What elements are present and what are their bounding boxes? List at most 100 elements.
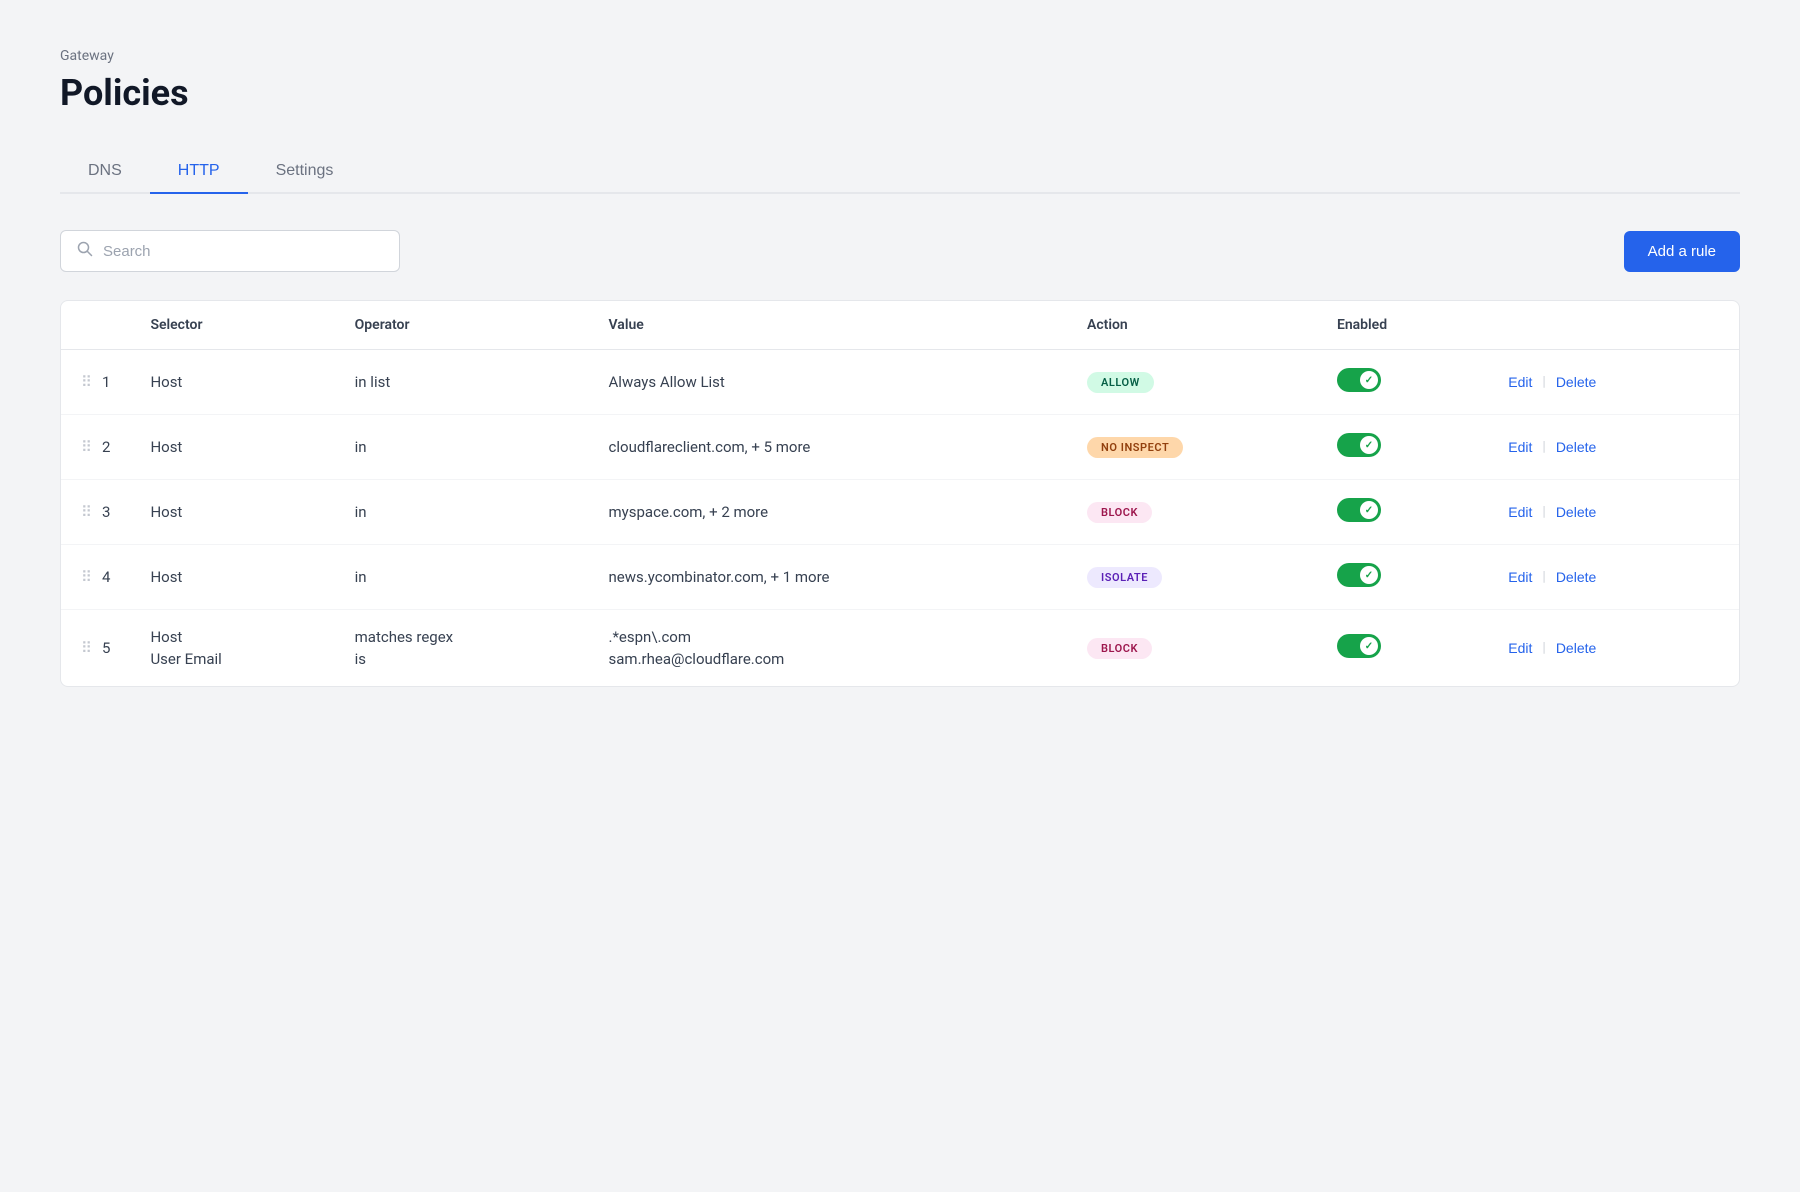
edit-button[interactable]: Edit [1502,435,1538,459]
action-badge: BLOCK [1087,638,1152,659]
action-divider: | [1542,439,1545,455]
operator-value-2: is [355,650,569,668]
tabs-container: DNS HTTP Settings [60,150,1740,194]
toggle-switch[interactable]: ✓ [1337,498,1381,522]
tab-http[interactable]: HTTP [150,150,248,194]
table-row: ⠿ 1 Host in list Always Allow List ALLOW… [61,350,1739,415]
row-value: .*espn\.com sam.rhea@cloudflare.com [589,610,1067,687]
drag-icon: ⠿ [81,639,92,657]
row-selector: Host [130,350,334,415]
toggle-switch[interactable]: ✓ [1337,368,1381,392]
col-operator: Operator [335,301,589,350]
breadcrumb: Gateway [60,48,1740,64]
row-handle: ⠿ 4 [61,545,130,610]
drag-icon: ⠿ [81,438,92,456]
action-divider: | [1542,504,1545,520]
selector-value-1: Host [150,628,314,646]
rules-table-container: Selector Operator Value Action Enabled ⠿… [60,300,1740,687]
toolbar: Add a rule [60,230,1740,272]
selector-value-2: User Email [150,650,314,668]
table-row: ⠿ 4 Host in news.ycombinator.com, + 1 mo… [61,545,1739,610]
operator-value-1: matches regex [355,628,569,646]
toggle-switch[interactable]: ✓ [1337,433,1381,457]
toggle-thumb: ✓ [1360,371,1378,389]
col-action: Action [1067,301,1317,350]
edit-button[interactable]: Edit [1502,500,1538,524]
row-selector: Host User Email [130,610,334,687]
row-number: 4 [102,568,110,586]
toggle-thumb: ✓ [1360,566,1378,584]
toggle-thumb: ✓ [1360,501,1378,519]
toggle-thumb: ✓ [1360,637,1378,655]
row-selector: Host [130,480,334,545]
toggle-thumb: ✓ [1360,436,1378,454]
toggle-check-icon: ✓ [1365,505,1373,516]
action-divider: | [1542,569,1545,585]
delete-button[interactable]: Delete [1550,500,1602,524]
delete-button[interactable]: Delete [1550,370,1602,394]
action-badge: ISOLATE [1087,567,1162,588]
row-handle: ⠿ 5 [61,610,130,687]
col-actions [1482,301,1739,350]
row-action: ALLOW [1067,350,1317,415]
row-selector: Host [130,545,334,610]
page-title: Policies [60,72,1740,114]
toggle-switch[interactable]: ✓ [1337,634,1381,658]
row-action: NO INSPECT [1067,415,1317,480]
row-actions: Edit | Delete [1482,480,1739,545]
rules-table: Selector Operator Value Action Enabled ⠿… [61,301,1739,686]
col-selector: Selector [130,301,334,350]
col-value: Value [589,301,1067,350]
col-handle [61,301,130,350]
row-operator: in list [335,350,589,415]
page-container: Gateway Policies DNS HTTP Settings Add a… [0,0,1800,735]
edit-button[interactable]: Edit [1502,565,1538,589]
row-actions: Edit | Delete [1482,610,1739,687]
row-enabled: ✓ [1317,545,1482,610]
action-badge: ALLOW [1087,372,1154,393]
col-enabled: Enabled [1317,301,1482,350]
drag-icon: ⠿ [81,568,92,586]
row-value: cloudflareclient.com, + 5 more [589,415,1067,480]
toggle-check-icon: ✓ [1365,440,1373,451]
tab-settings[interactable]: Settings [248,150,362,194]
add-rule-button[interactable]: Add a rule [1624,231,1740,272]
tab-dns[interactable]: DNS [60,150,150,194]
row-actions: Edit | Delete [1482,415,1739,480]
search-input[interactable] [103,243,383,260]
row-handle: ⠿ 3 [61,480,130,545]
delete-button[interactable]: Delete [1550,636,1602,660]
row-handle: ⠿ 2 [61,415,130,480]
search-icon [77,241,93,261]
row-value: Always Allow List [589,350,1067,415]
row-enabled: ✓ [1317,350,1482,415]
action-badge: BLOCK [1087,502,1152,523]
row-value: news.ycombinator.com, + 1 more [589,545,1067,610]
toggle-switch[interactable]: ✓ [1337,563,1381,587]
row-operator: in [335,415,589,480]
row-action: BLOCK [1067,610,1317,687]
row-actions: Edit | Delete [1482,350,1739,415]
row-value: myspace.com, + 2 more [589,480,1067,545]
action-badge: NO INSPECT [1087,437,1183,458]
action-divider: | [1542,640,1545,656]
edit-button[interactable]: Edit [1502,370,1538,394]
edit-button[interactable]: Edit [1502,636,1538,660]
row-handle: ⠿ 1 [61,350,130,415]
toggle-check-icon: ✓ [1365,375,1373,386]
row-number: 1 [102,373,110,391]
row-action: ISOLATE [1067,545,1317,610]
row-operator: in [335,480,589,545]
row-operator: in [335,545,589,610]
drag-icon: ⠿ [81,503,92,521]
value-1: .*espn\.com [609,628,1047,646]
row-enabled: ✓ [1317,610,1482,687]
table-row: ⠿ 2 Host in cloudflareclient.com, + 5 mo… [61,415,1739,480]
toggle-check-icon: ✓ [1365,641,1373,652]
row-operator: matches regex is [335,610,589,687]
delete-button[interactable]: Delete [1550,565,1602,589]
table-row: ⠿ 3 Host in myspace.com, + 2 more BLOCK … [61,480,1739,545]
delete-button[interactable]: Delete [1550,435,1602,459]
row-enabled: ✓ [1317,415,1482,480]
row-number: 5 [102,639,110,657]
